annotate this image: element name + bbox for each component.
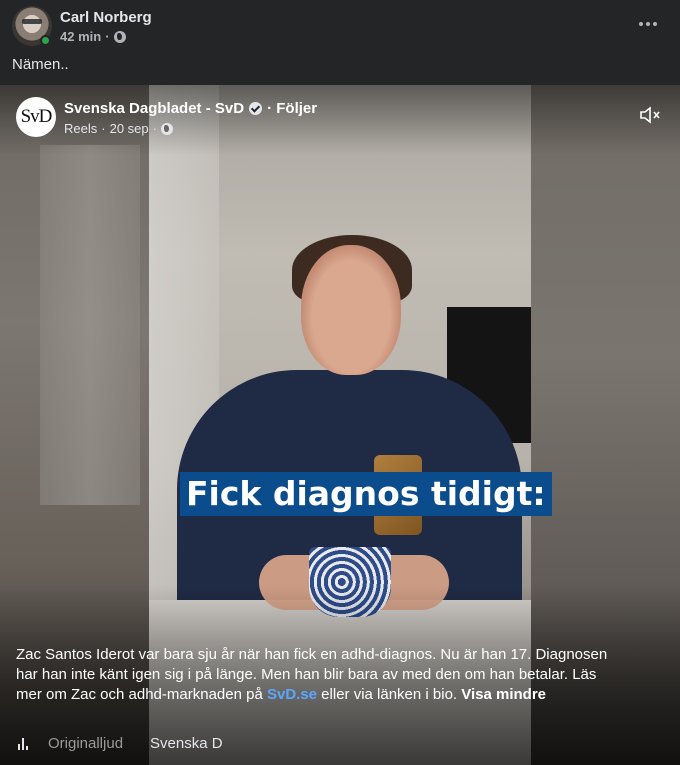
follow-status[interactable]: · Följer	[267, 100, 317, 117]
verified-badge-icon	[249, 102, 263, 115]
more-horizontal-icon	[639, 22, 643, 26]
globe-icon	[160, 122, 173, 135]
reel-description: Zac Santos Iderot var bara sju år när ha…	[16, 646, 608, 703]
audio-bars-icon	[18, 737, 32, 750]
meta-separator: ·	[105, 29, 110, 44]
page-avatar[interactable]: SvD	[16, 97, 56, 137]
post-text: Nämen..	[12, 56, 69, 73]
more-options-button[interactable]	[634, 12, 662, 36]
see-less-button[interactable]: Visa mindre	[461, 686, 546, 703]
post-header: Carl Norberg 42 min ·	[0, 0, 680, 56]
speaker-muted-icon[interactable]	[638, 103, 664, 127]
person-face	[301, 245, 401, 375]
shared-reel[interactable]: Fick diagnos tidigt: SvD Svenska Dagblad…	[0, 85, 680, 765]
reel-date[interactable]: 20 sep	[110, 121, 149, 136]
audio-artist[interactable]: Svenska D	[150, 735, 223, 752]
globe-icon	[113, 30, 126, 43]
post-meta: 42 min ·	[60, 29, 126, 44]
online-status-indicator	[40, 35, 51, 46]
reel-source[interactable]: Reels	[64, 121, 97, 136]
post-time[interactable]: 42 min	[60, 29, 101, 44]
audio-info[interactable]: Originalljud Svenska D	[18, 735, 223, 752]
audio-track[interactable]: Originalljud	[48, 735, 134, 752]
page-header: Svenska Dagbladet - SvD · Följer	[64, 100, 317, 117]
svd-link[interactable]: SvD.se	[267, 686, 317, 703]
author-name[interactable]: Carl Norberg	[60, 9, 152, 26]
reel-meta: Reels · 20 sep ·	[64, 121, 173, 136]
video-caption-overlay: Fick diagnos tidigt:	[180, 472, 552, 516]
page-name[interactable]: Svenska Dagbladet - SvD	[64, 100, 244, 117]
